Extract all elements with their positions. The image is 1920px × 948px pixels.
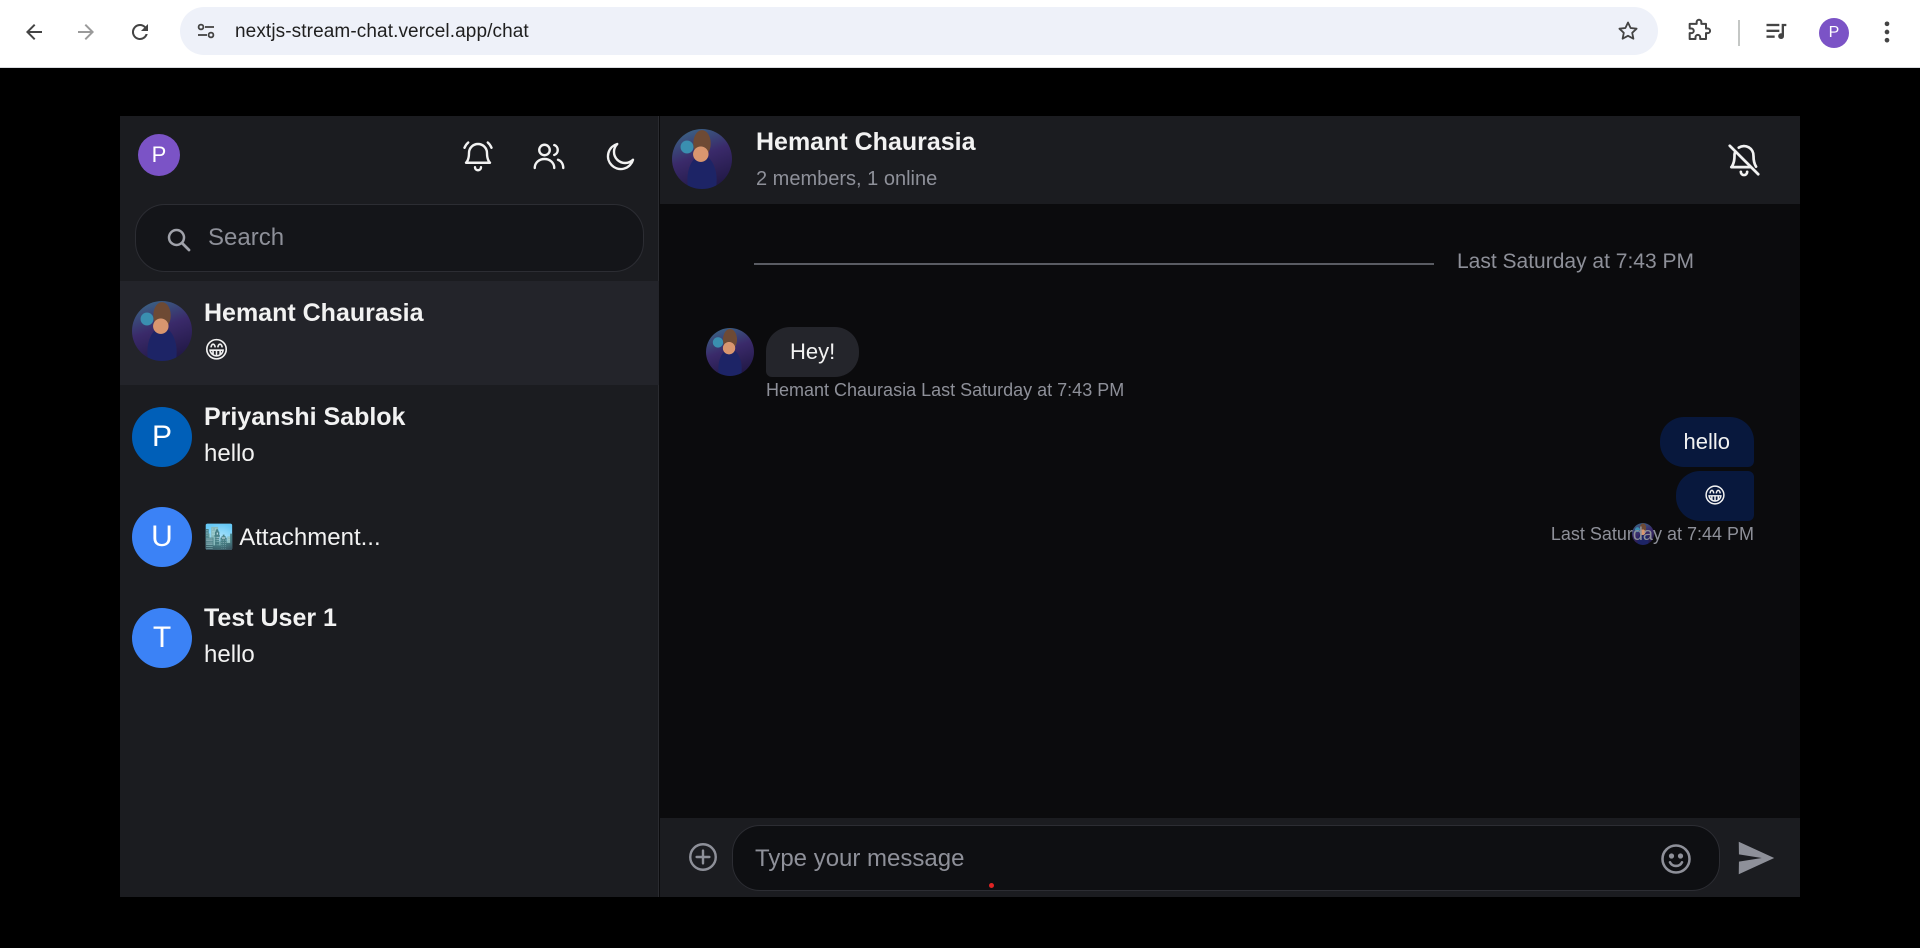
address-bar[interactable]: nextjs-stream-chat.vercel.app/chat — [180, 7, 1658, 55]
channel-item-attachment[interactable]: U 🏙️ Attachment... — [120, 486, 659, 590]
message-author: Hemant Chaurasia — [766, 380, 917, 400]
channel-name: Hemant Chaurasia — [204, 299, 424, 327]
outgoing-message[interactable]: 😁 — [1676, 471, 1754, 521]
dark-mode-icon[interactable] — [601, 136, 641, 176]
browser-toolbar: nextjs-stream-chat.vercel.app/chat P — [0, 0, 1920, 68]
more-menu-icon[interactable] — [1873, 18, 1901, 46]
channel-preview: hello — [204, 440, 255, 467]
channel-avatar[interactable] — [672, 129, 732, 189]
chat-header: Hemant Chaurasia 2 members, 1 online — [660, 116, 1800, 204]
avatar: P — [132, 407, 192, 467]
message-timestamp: Last Saturday at 7:43 PM — [921, 380, 1125, 400]
chat-window: Hemant Chaurasia 2 members, 1 online Las… — [660, 116, 1800, 897]
message-timestamp: Last Saturday at 7:44 PM — [1550, 524, 1754, 544]
mute-notifications-icon[interactable] — [1722, 138, 1766, 182]
channel-item-priyanshi-sablok[interactable]: P Priyanshi Sablok hello — [120, 386, 659, 490]
users-icon[interactable] — [529, 136, 569, 176]
chat-app: P Search Hemant Chaurasia 😁 P Priyanshi … — [120, 116, 1800, 897]
profile-avatar[interactable]: P — [1819, 18, 1849, 48]
date-separator-line — [754, 263, 1434, 265]
user-avatar[interactable]: P — [138, 134, 180, 176]
channel-preview: hello — [204, 641, 255, 668]
sidebar-header: P — [120, 116, 659, 196]
back-icon[interactable] — [14, 14, 54, 50]
emoji-picker-icon[interactable] — [1657, 840, 1695, 878]
message-input[interactable] — [755, 838, 1635, 880]
site-settings-icon[interactable] — [194, 19, 218, 43]
channel-name: Priyanshi Sablok — [204, 403, 406, 431]
url-text[interactable]: nextjs-stream-chat.vercel.app/chat — [235, 21, 529, 43]
chat-title: Hemant Chaurasia — [756, 128, 976, 156]
media-control-icon[interactable] — [1763, 18, 1791, 46]
message-author-avatar[interactable] — [706, 328, 754, 376]
message-input-box[interactable] — [732, 825, 1720, 891]
avatar — [132, 301, 192, 361]
outgoing-message[interactable]: hello — [1659, 417, 1754, 467]
cursor-indicator — [989, 883, 994, 888]
member-status: 2 members, 1 online — [756, 168, 938, 190]
search-icon — [167, 228, 191, 252]
incoming-message-meta: Hemant Chaurasia Last Saturday at 7:43 P… — [766, 380, 1124, 401]
search-box[interactable] — [135, 204, 644, 272]
send-icon[interactable] — [1732, 834, 1780, 882]
add-attachment-icon[interactable] — [684, 838, 722, 876]
search-input[interactable] — [208, 217, 608, 259]
incoming-message[interactable]: Hey! — [766, 327, 860, 377]
channel-item-hemant-chaurasia[interactable]: Hemant Chaurasia 😁 — [120, 281, 659, 385]
avatar: T — [132, 608, 192, 668]
channel-preview: 🏙️ Attachment... — [204, 524, 381, 551]
avatar: U — [132, 507, 192, 567]
channel-sidebar: P Search Hemant Chaurasia 😁 P Priyanshi … — [120, 116, 659, 897]
reload-icon[interactable] — [120, 14, 160, 50]
message-composer — [660, 818, 1800, 897]
toolbar-divider — [1738, 20, 1740, 46]
channel-item-test-user-1[interactable]: T Test User 1 hello — [120, 587, 659, 691]
forward-icon[interactable] — [66, 14, 106, 50]
extensions-icon[interactable] — [1685, 18, 1713, 46]
date-separator: Last Saturday at 7:43 PM — [1457, 250, 1694, 273]
channel-preview: 😁 — [204, 337, 230, 364]
bookmark-star-icon[interactable] — [1616, 19, 1640, 43]
channel-name: Test User 1 — [204, 604, 337, 632]
notifications-icon[interactable] — [458, 136, 498, 176]
